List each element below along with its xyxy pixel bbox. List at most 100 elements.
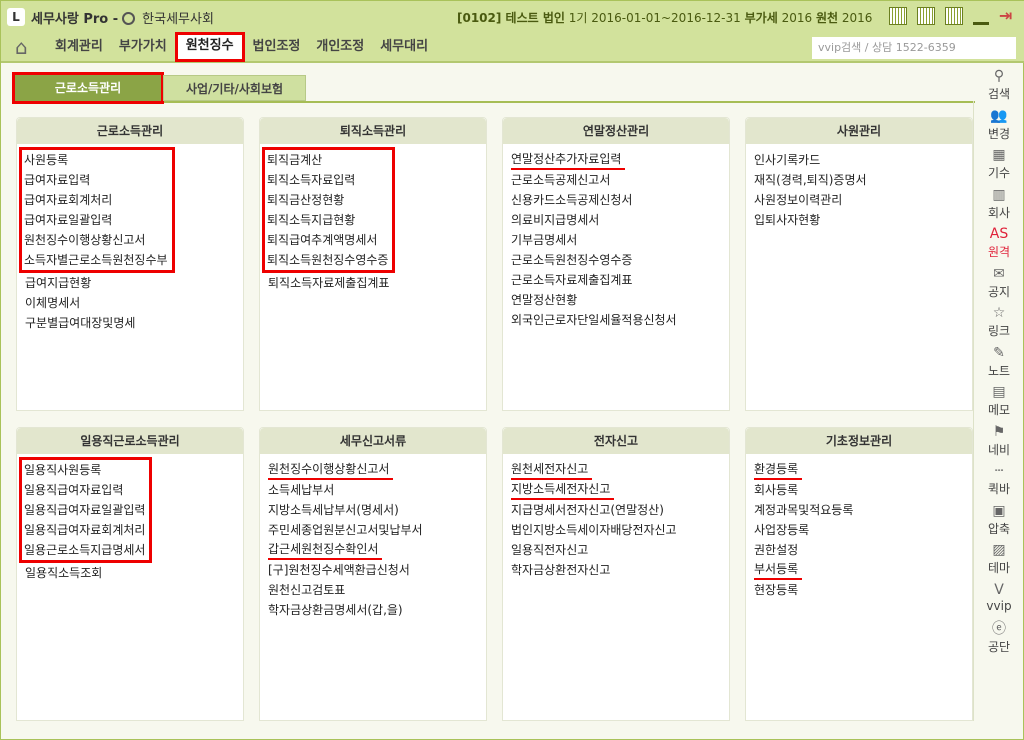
vvip-search-input[interactable]: vvip검색 / 상담 1522-6359 — [812, 37, 1016, 59]
panel-menu-item[interactable]: 부서등록 — [754, 560, 803, 580]
panel-menu-item[interactable]: 원천징수이행상황신고서 — [268, 460, 394, 480]
panel-menu-item[interactable]: 원천신고검토표 — [268, 580, 345, 600]
sidebar-item-e[interactable]: ⓔ 공단 — [976, 620, 1022, 660]
menu-panel: 일용직근로소득관리일용직사원등록 일용직급여자료입력 일용직급여자료일괄입력 일용직급… — [16, 427, 244, 721]
panel-menu-item[interactable]: 회사등록 — [754, 480, 798, 500]
menu-item[interactable]: 부가가치 — [111, 33, 175, 61]
sidebar-item-navi[interactable]: ⚑ 네비 — [976, 423, 1022, 463]
panel-title: 퇴직소득관리 — [260, 118, 486, 144]
panel-menu-item[interactable]: 일용직전자신고 — [511, 540, 588, 560]
panel-menu-item[interactable]: 일용직사원등록 — [24, 460, 101, 480]
subtab-business-other[interactable]: 사업/기타/사회보험 — [163, 75, 306, 101]
navi-icon: ⚑ — [992, 423, 1006, 440]
exit-icon[interactable]: ⇥ — [999, 7, 1017, 25]
panel-title: 기초정보관리 — [746, 428, 972, 454]
panel-menu-item[interactable]: 사원정보이력관리 — [754, 190, 842, 210]
minimize-icon[interactable] — [973, 7, 989, 25]
panel-menu-item[interactable]: 사업장등록 — [754, 520, 809, 540]
panel-menu-item[interactable]: 원천세전자신고 — [511, 460, 593, 480]
panel-menu-item[interactable]: 일용직급여자료일괄입력 — [24, 500, 145, 520]
menu-panel: 세무신고서류 원천징수이행상황신고서 소득세납부서 지방소득세납부서(명세서) 주민세종… — [259, 427, 487, 721]
calendar-grid-icon[interactable] — [889, 7, 907, 25]
sidebar-label: 테마 — [987, 561, 1011, 575]
panel-menu-item[interactable]: 입퇴사자현황 — [754, 210, 820, 230]
sidebar-item-remote-as[interactable]: AS 원격 — [976, 225, 1022, 265]
panel-menu-item[interactable]: 이체명세서 — [25, 293, 80, 313]
menu-item[interactable]: 개인조정 — [308, 33, 372, 61]
sidebar-item-building[interactable]: ▥ 회사 — [976, 186, 1022, 226]
panel-menu-item[interactable]: 신용카드소득공제신청서 — [511, 190, 632, 210]
sidebar-item-notice[interactable]: ✉ 공지 — [976, 265, 1022, 305]
panel-menu-item[interactable]: 일용직소득조회 — [25, 563, 102, 583]
sidebar-item-note-pin[interactable]: ✎ 노트 — [976, 344, 1022, 384]
menu-item[interactable]: 원천징수 — [174, 32, 245, 62]
withholding-label: 원천 — [815, 11, 839, 25]
panel-menu-item[interactable]: 근로소득공제신고서 — [511, 170, 610, 190]
panel-title: 일용직근로소득관리 — [17, 428, 243, 454]
sidebar-item-compress[interactable]: ▣ 압축 — [976, 502, 1022, 542]
panel-menu-item[interactable]: 소득자별근로소득원천징수부 — [24, 250, 168, 270]
company-name: [0102] 테스트 법인 — [457, 11, 565, 25]
panel-menu-item[interactable]: 기부금명세서 — [511, 230, 577, 250]
panel-menu-item[interactable]: 퇴직소득원천징수영수증 — [267, 250, 388, 270]
menu-panel: 퇴직소득관리퇴직금계산 퇴직소득자료입력 퇴직금산정현황 퇴직소득지급현황 퇴직급여추계… — [259, 117, 487, 411]
panel-menu-item[interactable]: 재직(경력,퇴직)증명서 — [754, 170, 867, 190]
subtab-earned-income[interactable]: 근로소득관리 — [12, 72, 164, 104]
panel-menu-item[interactable]: 연말정산현황 — [511, 290, 577, 310]
sidebar-item-vvip[interactable]: Vvvip — [976, 581, 1022, 621]
users-icon: 👥 — [990, 107, 1008, 124]
panel-menu-item[interactable]: 학자금상환금명세서(갑,을) — [268, 600, 403, 620]
panel-menu-item[interactable]: 일용직급여자료입력 — [24, 480, 123, 500]
panel-menu-item[interactable]: 급여지급현황 — [25, 273, 91, 293]
panel-menu-item[interactable]: 지방소득세납부서(명세서) — [268, 500, 399, 520]
panel-menu-item[interactable]: 권한설정 — [754, 540, 798, 560]
remote-as-icon: AS — [989, 226, 1009, 242]
panel-menu-item[interactable]: 퇴직금계산 — [267, 150, 322, 170]
vvip-icon: V — [994, 581, 1004, 598]
panel-menu-item[interactable]: 급여자료입력 — [24, 170, 90, 190]
sidebar-item-memo[interactable]: ▤ 메모 — [976, 383, 1022, 423]
panel-menu-item[interactable]: 퇴직소득자료제출집계표 — [268, 273, 389, 293]
panel-menu-item[interactable]: 구분별급여대장및명세 — [25, 313, 135, 333]
panel-menu-item[interactable]: 인사기록카드 — [754, 150, 820, 170]
sidebar-item-search[interactable]: ⚲ 검색 — [976, 67, 1022, 107]
panel-menu-item[interactable]: 퇴직소득자료입력 — [267, 170, 355, 190]
panel-menu-item[interactable]: 계정과목및적요등록 — [754, 500, 853, 520]
panel-menu-item[interactable]: 지방소득세전자신고 — [511, 480, 615, 500]
panel-menu-item[interactable]: 원천징수이행상황신고서 — [24, 230, 145, 250]
panel-menu-item[interactable]: 갑근세원천징수확인서 — [268, 540, 383, 560]
menu-item[interactable]: 회계관리 — [47, 33, 111, 61]
panel-menu-item[interactable]: 일용근로소득지급명세서 — [24, 540, 145, 560]
panel-menu-item[interactable]: 의료비지급명세서 — [511, 210, 599, 230]
panel-menu-item[interactable]: 소득세납부서 — [268, 480, 334, 500]
home-icon[interactable]: ⌂ — [15, 36, 39, 58]
sidebar-item-theme-image[interactable]: ▨ 테마 — [976, 541, 1022, 581]
panel-menu-item[interactable]: 사원등록 — [24, 150, 68, 170]
layout-icon[interactable] — [945, 7, 963, 25]
sidebar-item-star[interactable]: ☆ 링크 — [976, 304, 1022, 344]
sidebar-item-quickbar[interactable]: ┄ 퀵바 — [976, 462, 1022, 502]
panel-menu-item[interactable]: 급여자료회계처리 — [24, 190, 112, 210]
panel-menu-item[interactable]: 근로소득원천징수영수증 — [511, 250, 632, 270]
panel-menu-item[interactable]: 근로소득자료제출집계표 — [511, 270, 632, 290]
panel-menu-item[interactable]: 일용직급여자료회계처리 — [24, 520, 145, 540]
panel-menu-item[interactable]: 학자금상환전자신고 — [511, 560, 610, 580]
panel-menu-item[interactable]: 법인지방소득세이자배당전자신고 — [511, 520, 677, 540]
grid-icon[interactable] — [917, 7, 935, 25]
panel-menu-item[interactable]: 급여자료일괄입력 — [24, 210, 112, 230]
panel-menu-item[interactable]: 지급명세서전자신고(연말정산) — [511, 500, 664, 520]
menu-item[interactable]: 세무대리 — [372, 33, 436, 61]
panel-menu-item[interactable]: 외국인근로자단일세율적용신청서 — [511, 310, 677, 330]
menu-item[interactable]: 법인조정 — [245, 33, 309, 61]
panel-title: 전자신고 — [503, 428, 729, 454]
panel-menu-item[interactable]: [구]원천징수세액환급신청서 — [268, 560, 410, 580]
panel-menu-item[interactable]: 퇴직급여추계액명세서 — [267, 230, 377, 250]
panel-menu-item[interactable]: 퇴직소득지급현황 — [267, 210, 355, 230]
panel-menu-item[interactable]: 퇴직금산정현황 — [267, 190, 344, 210]
panel-menu-item[interactable]: 환경등록 — [754, 460, 803, 480]
sidebar-item-calendar[interactable]: ▦ 기수 — [976, 146, 1022, 186]
panel-menu-item[interactable]: 연말정산추가자료입력 — [511, 150, 626, 170]
panel-menu-item[interactable]: 주민세종업원분신고서및납부서 — [268, 520, 423, 540]
sidebar-item-users[interactable]: 👥 변경 — [976, 107, 1022, 147]
panel-menu-item[interactable]: 현장등록 — [754, 580, 798, 600]
